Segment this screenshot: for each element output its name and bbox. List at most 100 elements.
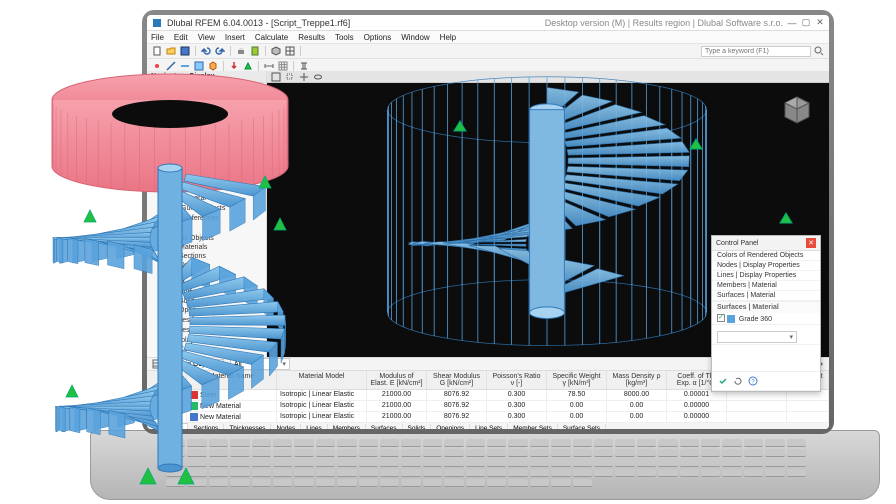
menu-item-results[interactable]: Results: [298, 33, 325, 42]
menu-item-options[interactable]: Options: [364, 33, 392, 42]
tree-item[interactable]: ▸Types for Nodes: [149, 315, 264, 325]
table-filter-dropdown[interactable]: All: [230, 358, 290, 370]
navigator-panel[interactable]: Navigator - Display DataDisplayViewsResu…: [147, 71, 267, 357]
navigator-tab-views[interactable]: Views: [210, 86, 237, 93]
tree-item[interactable]: ▸Transparent: [149, 123, 264, 133]
sheet-tab[interactable]: Member Sets: [508, 424, 558, 430]
tree-item[interactable]: ▸Guide Objects: [149, 203, 264, 213]
tree-item[interactable]: ▸Preferences: [149, 213, 264, 223]
control-panel-item[interactable]: Grade 360: [712, 313, 820, 325]
menu-item-tools[interactable]: Tools: [335, 33, 354, 42]
tree-item[interactable]: ▸Loads: [149, 163, 264, 173]
refresh-icon[interactable]: [178, 98, 190, 110]
tree-item[interactable]: Openings: [149, 306, 264, 315]
menu-item-window[interactable]: Window: [401, 33, 429, 42]
tree-item[interactable]: ▸Display Properties: [149, 335, 264, 345]
tree-item[interactable]: Solids: [149, 297, 264, 306]
checkbox-icon[interactable]: [171, 194, 179, 202]
tree-item[interactable]: ▸Colors: [149, 143, 264, 153]
undo-icon[interactable]: [200, 45, 212, 57]
column-header[interactable]: [147, 371, 187, 389]
checkbox-icon[interactable]: [171, 144, 179, 152]
tree-item[interactable]: Lines: [149, 270, 264, 279]
sheet-tab[interactable]: Surface Sets: [558, 424, 606, 430]
menu-item-help[interactable]: Help: [440, 33, 456, 42]
view-iso-icon[interactable]: [270, 45, 282, 57]
expand-all-icon[interactable]: [150, 98, 162, 110]
table-body[interactable]: 1SteelIsotropic | Linear Elastic21000.00…: [147, 390, 829, 423]
tree-item[interactable]: Members: [149, 279, 264, 288]
table-row[interactable]: 2New MaterialIsotropic | Linear Elastic2…: [147, 401, 829, 412]
print-icon[interactable]: [235, 45, 247, 57]
checkbox-icon[interactable]: [717, 314, 725, 322]
column-header[interactable]: Material Name: [187, 371, 277, 389]
sheet-tab[interactable]: Materials: [151, 423, 188, 429]
column-header[interactable]: Modulus of Elast. E [kN/cm²]: [367, 371, 427, 389]
sheet-tab[interactable]: Sections: [188, 424, 224, 430]
tree-item[interactable]: ▸Types for Lines: [149, 325, 264, 335]
window-titlebar[interactable]: Dlubal RFEM 6.04.0013 - [Script_Treppe1.…: [147, 15, 829, 31]
menu-item-edit[interactable]: Edit: [174, 33, 188, 42]
cp-apply-icon[interactable]: [717, 375, 729, 387]
column-header[interactable]: Mass Density ρ [kg/m³]: [607, 371, 667, 389]
tree-item[interactable]: ▸Add-ons: [149, 183, 264, 193]
column-header[interactable]: Poisson's Ratio ν [-]: [487, 371, 547, 389]
tree-item[interactable]: ▸Rendering: [149, 153, 264, 163]
control-panel[interactable]: Control Panel ✕ Colors of Rendered Objec…: [711, 235, 821, 392]
navigator-mini-toolbar[interactable]: [147, 97, 266, 111]
menu-item-view[interactable]: View: [198, 33, 215, 42]
tree-item[interactable]: ▸Basic Objects: [149, 233, 264, 243]
tree-item[interactable]: Materials: [149, 243, 264, 252]
column-header[interactable]: Specific Weight γ [kN/m³]: [547, 371, 607, 389]
window-minimize-button[interactable]: —: [787, 18, 797, 27]
save-icon[interactable]: [179, 45, 191, 57]
navigator-tree[interactable]: ▸Model▸Transparent▸Numbering▸Colors▸Rend…: [147, 111, 266, 357]
sheet-tab[interactable]: Members: [328, 424, 366, 430]
tree-item[interactable]: ▸General: [149, 193, 264, 203]
checkbox-icon[interactable]: [171, 214, 179, 222]
menu-item-calculate[interactable]: Calculate: [255, 33, 288, 42]
table-toggle-icon[interactable]: [151, 358, 163, 370]
tree-item[interactable]: ▸Results: [149, 173, 264, 183]
sheet-tab[interactable]: Openings: [431, 424, 470, 430]
tree-item[interactable]: Colors: [149, 345, 264, 354]
sheet-tab[interactable]: Solids: [403, 424, 432, 430]
sheet-tab[interactable]: Line Sets: [470, 424, 508, 430]
sheet-tab[interactable]: Surfaces: [366, 424, 403, 430]
window-close-button[interactable]: ✕: [815, 18, 825, 27]
checkbox-icon[interactable]: [171, 204, 179, 212]
sheet-tab[interactable]: Lines: [301, 424, 328, 430]
checkbox-icon[interactable]: [171, 174, 179, 182]
collapse-all-icon[interactable]: [164, 98, 176, 110]
tree-item[interactable]: ▸Model: [149, 113, 264, 123]
tree-item[interactable]: ▸Numbering: [149, 133, 264, 143]
table-tab-main[interactable]: Main Objects: [169, 359, 224, 369]
checkbox-icon[interactable]: [171, 164, 179, 172]
sheet-tabs[interactable]: MaterialsSectionsThicknessesNodesLinesMe…: [147, 423, 829, 429]
checkbox-icon[interactable]: [171, 124, 179, 132]
navigator-tab-data[interactable]: Data: [150, 86, 173, 93]
sheet-tab[interactable]: Thicknesses: [224, 424, 271, 430]
tree-item[interactable]: Surfaces: [149, 288, 264, 297]
control-panel-row[interactable]: Nodes | Display Properties: [712, 261, 820, 271]
table-row[interactable]: 3New MaterialIsotropic | Linear Elastic2…: [147, 412, 829, 423]
tree-item[interactable]: Sections: [149, 252, 264, 261]
open-file-icon[interactable]: [165, 45, 177, 57]
control-panel-row[interactable]: Lines | Display Properties: [712, 271, 820, 281]
checkbox-icon[interactable]: [171, 154, 179, 162]
checkbox-icon[interactable]: [171, 184, 179, 192]
navigator-tab-results[interactable]: Results: [238, 86, 269, 93]
search-icon[interactable]: [813, 45, 825, 57]
column-header[interactable]: Shear Modulus G [kN/cm²]: [427, 371, 487, 389]
navigator-tab-display[interactable]: Display: [175, 85, 208, 94]
menu-item-file[interactable]: File: [151, 33, 164, 42]
control-panel-close-button[interactable]: ✕: [806, 238, 816, 248]
checkbox-icon[interactable]: [171, 134, 179, 142]
control-panel-row[interactable]: Members | Material: [712, 281, 820, 291]
column-header[interactable]: Material Model: [277, 371, 367, 389]
checkbox-icon[interactable]: [163, 114, 171, 122]
tree-item[interactable]: ▸Tables: [149, 223, 264, 233]
new-file-icon[interactable]: [151, 45, 163, 57]
cp-help-icon[interactable]: ?: [747, 375, 759, 387]
search-input[interactable]: [701, 46, 811, 57]
